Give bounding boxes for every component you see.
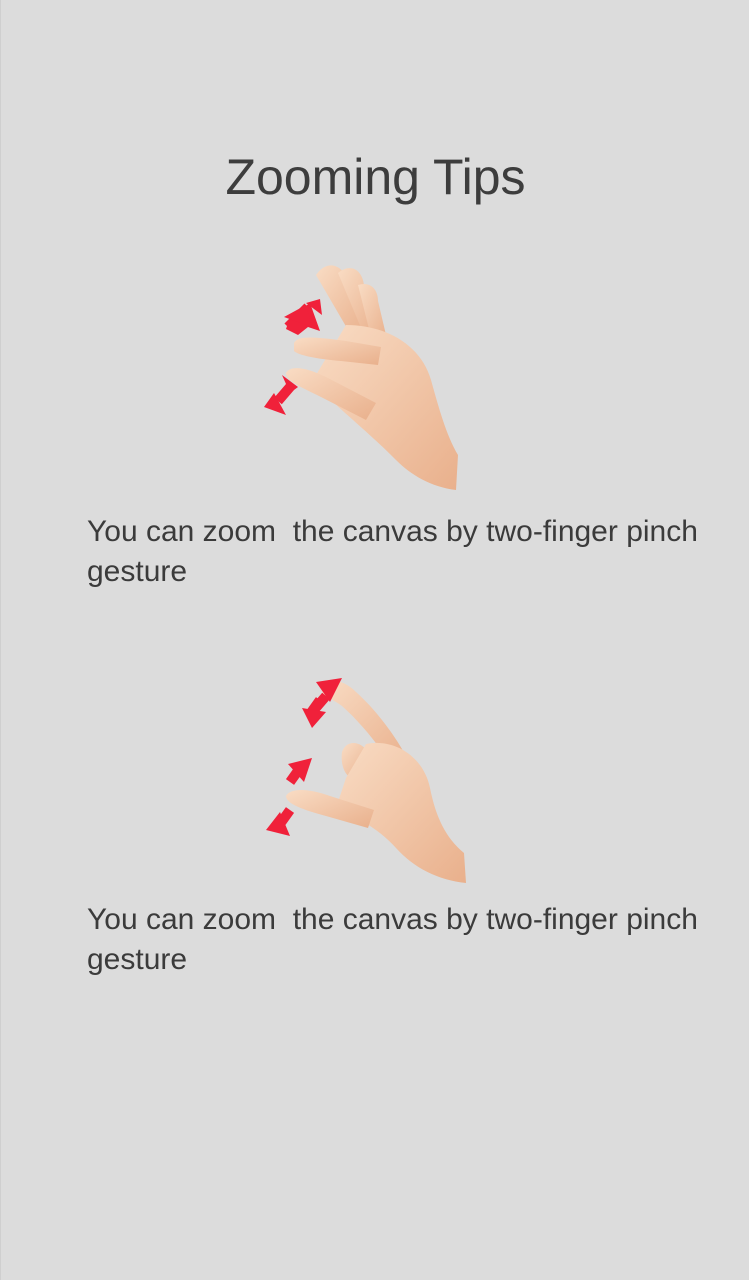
spread-hand-icon <box>246 648 506 888</box>
tip-text: You can zoom the canvas by two-finger pi… <box>87 515 707 588</box>
zooming-tips-screen: Zooming Tips You can zoom the canvas by … <box>0 0 749 1280</box>
tip-text: You can zoom the canvas by two-finger pi… <box>87 903 707 976</box>
page-title: Zooming Tips <box>225 149 526 205</box>
pinch-hand-icon <box>246 255 506 495</box>
